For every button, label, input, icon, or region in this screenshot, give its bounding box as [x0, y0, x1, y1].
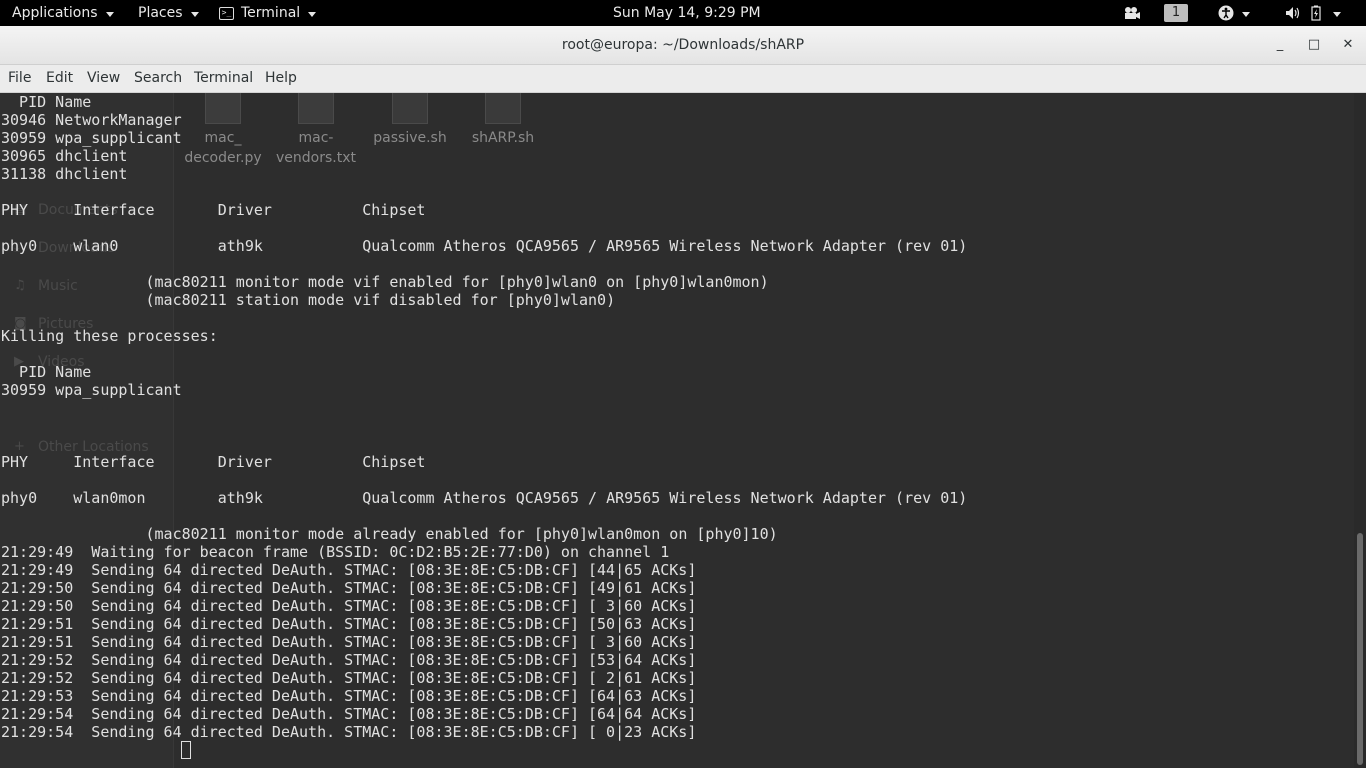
- terminal-scrollbar[interactable]: [1354, 93, 1366, 768]
- terminal-line: 30959 wpa_supplicant: [1, 129, 182, 147]
- terminal-line: PHY Interface Driver Chipset: [1, 201, 426, 219]
- terminal-line: 31138 dhclient: [1, 165, 128, 183]
- maximize-button[interactable]: □: [1304, 35, 1324, 55]
- chevron-down-icon: [308, 11, 317, 17]
- close-button[interactable]: ✕: [1338, 35, 1358, 55]
- workspace-indicator[interactable]: 1: [1164, 0, 1188, 26]
- window-title: root@europa: ~/Downloads/shARP: [561, 37, 805, 53]
- accessibility-icon: [1218, 5, 1234, 21]
- terminal-line: (mac80211 monitor mode already enabled f…: [1, 525, 778, 543]
- terminal-line: 21:29:51 Sending 64 directed DeAuth. STM…: [1, 633, 697, 651]
- terminal-line: PID Name: [1, 363, 92, 381]
- chevron-down-icon: [190, 11, 199, 17]
- volume-icon: [1286, 7, 1300, 19]
- terminal-line: 21:29:53 Sending 64 directed DeAuth. STM…: [1, 687, 697, 705]
- terminal-line: 21:29:49 Waiting for beacon frame (BSSID…: [1, 543, 670, 561]
- terminal-line: Killing these processes:: [1, 327, 218, 345]
- applications-menu[interactable]: Applications: [12, 0, 114, 26]
- terminal-line: phy0 wlan0mon ath9k Qualcomm Atheros QCA…: [1, 489, 968, 507]
- menu-edit[interactable]: Edit: [46, 65, 73, 92]
- terminal-line: 30959 wpa_supplicant: [1, 381, 182, 399]
- terminal-line: 21:29:51 Sending 64 directed DeAuth. STM…: [1, 615, 697, 633]
- places-menu[interactable]: Places: [138, 0, 199, 26]
- scrollbar-thumb[interactable]: [1357, 533, 1363, 765]
- workspace-number: 1: [1164, 4, 1188, 22]
- minimize-button[interactable]: _: [1270, 35, 1290, 55]
- terminal-view[interactable]: ▤ Documents ⤓ Downloads ♫ Music ◙ Pictur…: [0, 93, 1354, 768]
- terminal-line: 21:29:52 Sending 64 directed DeAuth. STM…: [1, 669, 697, 687]
- accessibility-menu[interactable]: [1218, 0, 1250, 26]
- chevron-down-icon: [105, 11, 114, 17]
- places-label: Places: [138, 5, 183, 21]
- terminal-line: 21:29:50 Sending 64 directed DeAuth. STM…: [1, 597, 697, 615]
- terminal-line: 30946 NetworkManager: [1, 111, 182, 129]
- menu-help[interactable]: Help: [265, 65, 297, 92]
- terminal-line: PID Name: [1, 93, 92, 111]
- terminal-line: 30965 dhclient: [1, 147, 128, 165]
- menu-view[interactable]: View: [87, 65, 120, 92]
- menu-search[interactable]: Search: [134, 65, 182, 92]
- chevron-down-icon: [1333, 11, 1341, 17]
- applications-label: Applications: [12, 5, 98, 21]
- clock[interactable]: Sun May 14, 9:29 PM: [613, 0, 761, 26]
- video-camera-icon[interactable]: [1124, 0, 1140, 26]
- battery-icon: [1311, 5, 1321, 21]
- top-bar: Applications Places >_ Terminal Sun May …: [0, 0, 1366, 26]
- system-menu[interactable]: [1285, 0, 1341, 26]
- terminal-line: (mac80211 station mode vif disabled for …: [1, 291, 616, 309]
- terminal-app-menu[interactable]: >_ Terminal: [219, 0, 317, 26]
- menu-terminal[interactable]: Terminal: [194, 65, 253, 92]
- terminal-line: (mac80211 monitor mode vif enabled for […: [1, 273, 769, 291]
- text-cursor: [181, 741, 191, 759]
- terminal-icon: >_: [219, 6, 234, 20]
- terminal-line: 21:29:54 Sending 64 directed DeAuth. STM…: [1, 705, 697, 723]
- window-titlebar[interactable]: root@europa: ~/Downloads/shARP _ □ ✕: [0, 26, 1366, 65]
- terminal-line: 21:29:52 Sending 64 directed DeAuth. STM…: [1, 651, 697, 669]
- menu-file[interactable]: File: [8, 65, 31, 92]
- menu-bar: File Edit View Search Terminal Help: [0, 65, 1366, 93]
- terminal-line: PHY Interface Driver Chipset: [1, 453, 426, 471]
- terminal-output: PID Name 30946 NetworkManager 30959 wpa_su…: [1, 93, 967, 741]
- terminal-app-label: Terminal: [241, 5, 301, 21]
- clock-label: Sun May 14, 9:29 PM: [613, 5, 761, 21]
- terminal-line: 21:29:49 Sending 64 directed DeAuth. STM…: [1, 561, 697, 579]
- terminal-line: 21:29:50 Sending 64 directed DeAuth. STM…: [1, 579, 697, 597]
- terminal-line: phy0 wlan0 ath9k Qualcomm Atheros QCA956…: [1, 237, 968, 255]
- camera-indicator-icon: [1125, 7, 1140, 19]
- terminal-line: 21:29:54 Sending 64 directed DeAuth. STM…: [1, 723, 697, 741]
- chevron-down-icon: [1242, 11, 1250, 17]
